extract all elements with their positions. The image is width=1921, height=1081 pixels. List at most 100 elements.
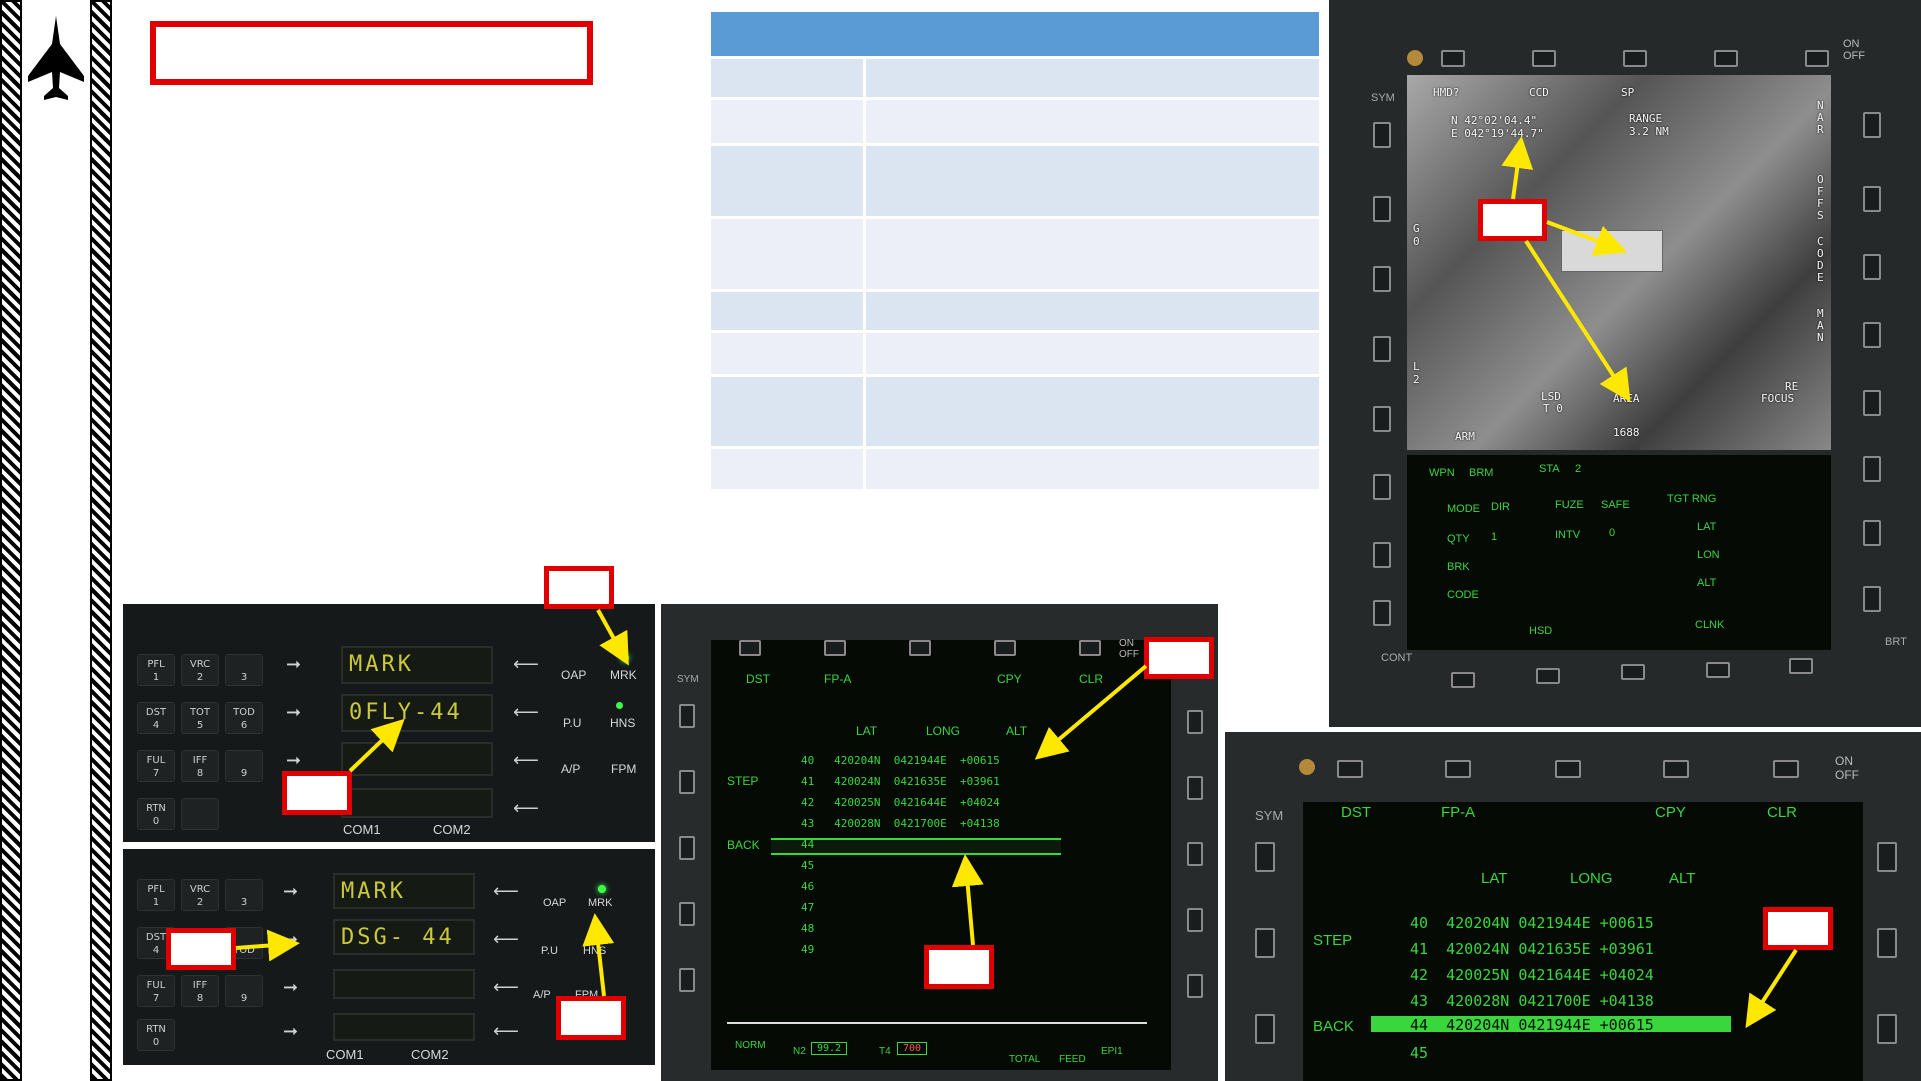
key-9[interactable]: 9 (225, 750, 263, 782)
osb-right-6[interactable] (1863, 456, 1881, 482)
osb-top-3[interactable] (1623, 50, 1647, 67)
mfd-on-off[interactable]: ON OFF (1835, 754, 1859, 782)
oap-button[interactable]: OAP (543, 897, 566, 909)
key-3[interactable]: 3 (225, 654, 263, 686)
key-iff[interactable]: IFF 8 (181, 750, 219, 782)
osb-right-4[interactable] (1863, 322, 1881, 348)
osb-left-3[interactable] (1255, 1014, 1275, 1044)
osb-right-1[interactable] (1187, 710, 1203, 734)
osb-top-4[interactable] (1663, 760, 1689, 778)
ufc-arrow-key[interactable]: ➞ (283, 929, 298, 950)
key-iff[interactable]: IFF 8 (181, 975, 219, 1007)
osb-left-3[interactable] (679, 836, 695, 860)
ap-button[interactable]: A/P (561, 762, 580, 776)
key-vrc[interactable]: VRC 2 (181, 879, 219, 911)
osb-right-8[interactable] (1863, 586, 1881, 612)
osb-top-1[interactable] (739, 640, 761, 656)
ufc-arrow-key[interactable]: ➞ (283, 977, 298, 998)
osb-top-5[interactable] (1079, 640, 1101, 656)
osb-left-5[interactable] (1373, 406, 1391, 432)
key-tot[interactable]: TOT 5 (181, 702, 219, 734)
osb-left-1[interactable] (1255, 842, 1275, 872)
key-rtn[interactable]: RTN 0 (137, 798, 175, 830)
osb-left-2[interactable] (679, 770, 695, 794)
osb-bottom-3[interactable] (1621, 664, 1645, 680)
osb-right-2[interactable] (1187, 776, 1203, 800)
key-pfl[interactable]: PFL 1 (137, 654, 175, 686)
osb-top-1[interactable] (1337, 760, 1363, 778)
hns-button[interactable]: HNS (583, 945, 606, 957)
osb-right-3[interactable] (1877, 1014, 1897, 1044)
osb-left-3[interactable] (1373, 266, 1391, 292)
osb-right-7[interactable] (1863, 520, 1881, 546)
key-9[interactable]: 9 (225, 975, 263, 1007)
ufc-arrow-key[interactable]: ➞ (283, 881, 298, 902)
pu-button[interactable]: P.U (563, 716, 581, 730)
ufc-arrow-key[interactable]: ⟵ (493, 1021, 519, 1042)
ufc-arrow-key[interactable]: ➞ (286, 654, 301, 675)
ufc-arrow-key[interactable]: ⟵ (493, 929, 519, 950)
ufc-arrow-key[interactable]: ⟵ (513, 798, 539, 819)
ufc-arrow-key[interactable]: ⟵ (493, 977, 519, 998)
osb-right-2[interactable] (1877, 928, 1897, 958)
key-ful[interactable]: FUL 7 (137, 750, 175, 782)
mfd-on-off[interactable]: ON OFF (1843, 38, 1865, 62)
osb-top-2[interactable] (1532, 50, 1556, 67)
osb-top-5[interactable] (1805, 50, 1829, 67)
osb-bottom-4[interactable] (1706, 662, 1730, 678)
ufc-arrow-key[interactable]: ➞ (286, 750, 301, 771)
pu-button[interactable]: P.U (541, 945, 558, 957)
osb-bottom-5[interactable] (1789, 658, 1813, 674)
ufc-arrow-key[interactable]: ⟵ (513, 702, 539, 723)
osb-right-2[interactable] (1863, 186, 1881, 212)
ufc-arrow-key[interactable]: ➞ (286, 702, 301, 723)
ufc-arrow-key[interactable]: ⟵ (513, 654, 539, 675)
osb-right-5[interactable] (1863, 390, 1881, 416)
ufc-arrow-key[interactable]: ⟵ (493, 881, 519, 902)
osb-left-5[interactable] (679, 968, 695, 992)
osb-bottom-2[interactable] (1536, 668, 1560, 684)
osb-right-4[interactable] (1187, 908, 1203, 932)
osb-right-3[interactable] (1187, 842, 1203, 866)
osb-top-1[interactable] (1441, 50, 1465, 67)
key-pfl[interactable]: PFL 1 (137, 879, 175, 911)
ap-button[interactable]: A/P (533, 989, 551, 1001)
osb-top-4[interactable] (994, 640, 1016, 656)
osb-top-2[interactable] (824, 640, 846, 656)
key-3[interactable]: 3 (225, 879, 263, 911)
hns-button[interactable]: HNS (610, 716, 635, 730)
osb-left-1[interactable] (1373, 122, 1391, 148)
mfd-on-off[interactable]: ON OFF (1119, 638, 1139, 660)
brightness-knob-icon[interactable] (1299, 759, 1315, 775)
key-0[interactable] (181, 798, 219, 830)
oap-button[interactable]: OAP (561, 668, 586, 682)
osb-left-6[interactable] (1373, 474, 1391, 500)
osb-right-1[interactable] (1877, 842, 1897, 872)
osb-right-5[interactable] (1187, 974, 1203, 998)
key-dst[interactable]: DST 4 (137, 702, 175, 734)
osb-left-1[interactable] (679, 704, 695, 728)
fpm-button[interactable]: FPM (611, 762, 636, 776)
osb-right-1[interactable] (1863, 112, 1881, 138)
key-vrc[interactable]: VRC 2 (181, 654, 219, 686)
osb-top-4[interactable] (1714, 50, 1738, 67)
osb-top-5[interactable] (1773, 760, 1799, 778)
osb-top-2[interactable] (1445, 760, 1471, 778)
key-ful[interactable]: FUL 7 (137, 975, 175, 1007)
osb-left-2[interactable] (1255, 928, 1275, 958)
osb-left-4[interactable] (1373, 336, 1391, 362)
osb-right-3[interactable] (1863, 254, 1881, 280)
key-tod[interactable]: TOD 6 (225, 702, 263, 734)
osb-top-3[interactable] (909, 640, 931, 656)
ufc-arrow-key[interactable]: ➞ (283, 1021, 298, 1042)
osb-left-8[interactable] (1373, 600, 1391, 626)
ufc-arrow-key[interactable]: ⟵ (513, 750, 539, 771)
key-rtn[interactable]: RTN 0 (137, 1019, 175, 1051)
osb-bottom-1[interactable] (1451, 672, 1475, 688)
osb-left-2[interactable] (1373, 196, 1391, 222)
osb-left-7[interactable] (1373, 542, 1391, 568)
osb-left-4[interactable] (679, 902, 695, 926)
mrk-button[interactable]: MRK (588, 897, 612, 909)
mrk-button[interactable]: MRK (610, 668, 637, 682)
osb-top-3[interactable] (1555, 760, 1581, 778)
